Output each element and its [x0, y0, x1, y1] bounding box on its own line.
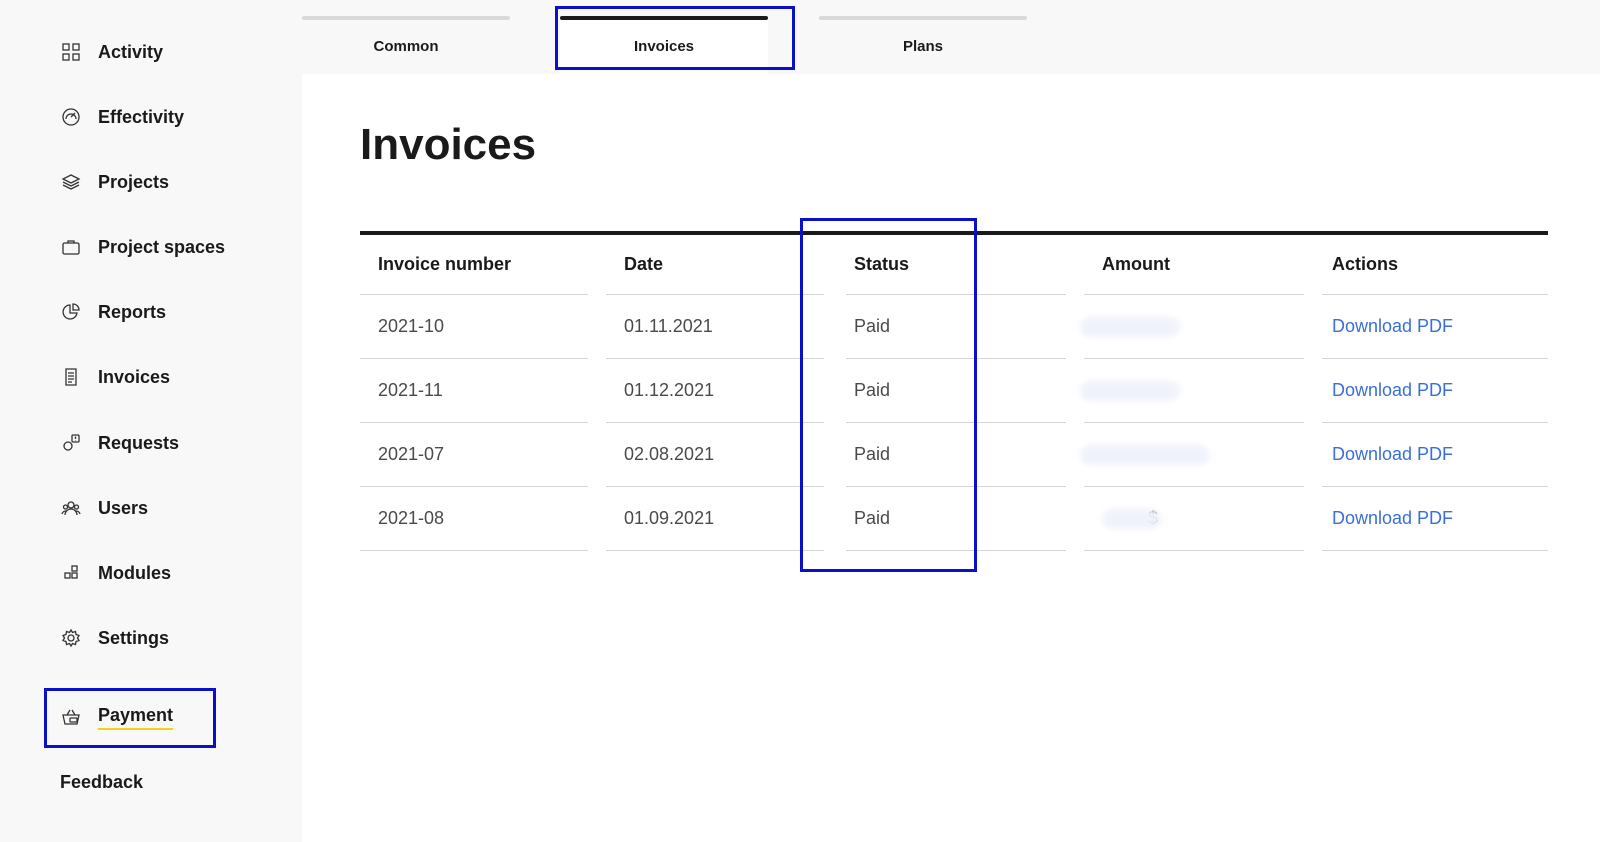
download-pdf-link[interactable]: Download PDF — [1332, 380, 1453, 401]
download-pdf-link[interactable]: Download PDF — [1332, 508, 1453, 529]
tab-label: Plans — [902, 38, 944, 55]
tab-indicator — [819, 16, 1027, 20]
sidebar-item-users[interactable]: Users — [60, 493, 148, 523]
tab-indicator — [302, 16, 510, 20]
table-row: 2021-11 01.12.2021 Paid Download PDF — [360, 359, 1548, 423]
gauge-icon — [60, 106, 82, 128]
sidebar-item-label: Modules — [98, 562, 172, 583]
sidebar-item-requests[interactable]: Requests — [60, 428, 179, 458]
column-header-invoice-number: Invoice number — [360, 235, 588, 295]
invoice-action-cell: Download PDF — [1322, 359, 1548, 423]
table-row: 2021-08 01.09.2021 Paid $ Download PDF — [360, 487, 1548, 551]
basket-icon — [60, 706, 82, 728]
invoice-status: Paid — [846, 487, 1066, 551]
table-header-row: Invoice number Date Status Amount Action… — [360, 235, 1548, 295]
tab-bar: Common Invoices Plans — [302, 0, 1600, 74]
invoice-amount-cell — [1080, 359, 1304, 423]
main-content: Invoices Invoice number Date Status Amou… — [302, 74, 1600, 842]
tab-label: Common — [373, 38, 439, 55]
sidebar-item-label: Requests — [98, 432, 180, 453]
sidebar-item-activity[interactable]: Activity — [60, 37, 163, 67]
tab-plans[interactable]: Plans — [819, 16, 1027, 74]
redaction-blur — [1102, 508, 1162, 529]
sidebar-item-project-spaces[interactable]: Project spaces — [60, 232, 225, 262]
sidebar-item-label: Project spaces — [98, 236, 226, 257]
invoices-table: Invoice number Date Status Amount Action… — [360, 231, 1548, 551]
sidebar: Activity Effectivity Projects Project sp… — [0, 0, 302, 842]
sidebar-item-label: Invoices — [98, 366, 171, 387]
sidebar-item-effectivity[interactable]: Effectivity — [60, 102, 184, 132]
download-pdf-link[interactable]: Download PDF — [1332, 316, 1453, 337]
redaction-blur — [1080, 444, 1210, 465]
receipt-icon — [60, 366, 82, 388]
sidebar-item-label: Reports — [98, 301, 167, 322]
column-header-actions: Actions — [1322, 235, 1548, 295]
redaction-blur — [1080, 316, 1180, 337]
feedback-link[interactable]: Feedback — [60, 772, 143, 793]
sidebar-item-reports[interactable]: Reports — [60, 297, 166, 327]
sidebar-item-label: Settings — [98, 627, 170, 648]
invoice-action-cell: Download PDF — [1322, 423, 1548, 487]
layers-icon — [60, 171, 82, 193]
invoice-status: Paid — [846, 423, 1066, 487]
sidebar-item-modules[interactable]: Modules — [60, 558, 171, 588]
tab-invoices[interactable]: Invoices — [560, 16, 768, 74]
modules-icon — [60, 562, 82, 584]
sidebar-item-projects[interactable]: Projects — [60, 167, 169, 197]
invoice-date: 01.12.2021 — [606, 359, 824, 423]
column-header-status: Status — [846, 235, 1066, 295]
alert-request-icon — [60, 432, 82, 454]
sidebar-item-label: Payment — [98, 705, 174, 730]
sidebar-item-invoices[interactable]: Invoices — [60, 362, 170, 392]
table-row: 2021-07 02.08.2021 Paid Download PDF — [360, 423, 1548, 487]
column-header-amount: Amount — [1084, 235, 1304, 295]
invoice-action-cell: Download PDF — [1322, 295, 1548, 359]
invoice-date: 01.09.2021 — [606, 487, 824, 551]
redaction-blur — [1080, 380, 1180, 401]
invoice-action-cell: Download PDF — [1322, 487, 1548, 551]
invoice-number: 2021-10 — [360, 295, 588, 359]
table-row: 2021-10 01.11.2021 Paid Download PDF — [360, 295, 1548, 359]
invoice-date: 01.11.2021 — [606, 295, 824, 359]
download-pdf-link[interactable]: Download PDF — [1332, 444, 1453, 465]
invoice-status: Paid — [846, 359, 1066, 423]
invoice-amount-cell — [1080, 295, 1304, 359]
tab-label: Invoices — [633, 38, 695, 55]
gear-icon — [60, 627, 82, 649]
invoice-number: 2021-08 — [360, 487, 588, 551]
invoice-amount-cell — [1080, 423, 1304, 487]
sidebar-item-label: Projects — [98, 171, 170, 192]
tab-common[interactable]: Common — [302, 16, 510, 74]
tab-indicator — [560, 16, 768, 20]
grid-icon — [60, 41, 82, 63]
invoice-status: Paid — [846, 295, 1066, 359]
sidebar-item-label: Activity — [98, 41, 164, 62]
column-header-date: Date — [606, 235, 824, 295]
invoice-number: 2021-07 — [360, 423, 588, 487]
invoice-number: 2021-11 — [360, 359, 588, 423]
pie-chart-icon — [60, 301, 82, 323]
briefcase-icon — [60, 236, 82, 258]
sidebar-item-label: Effectivity — [98, 106, 185, 127]
sidebar-item-settings[interactable]: Settings — [60, 623, 169, 653]
invoice-date: 02.08.2021 — [606, 423, 824, 487]
page-title: Invoices — [360, 120, 537, 169]
invoice-amount-cell: $ — [1084, 487, 1304, 551]
sidebar-item-payment[interactable]: Payment — [60, 702, 174, 732]
users-icon — [60, 497, 82, 519]
sidebar-item-label: Users — [98, 497, 149, 518]
